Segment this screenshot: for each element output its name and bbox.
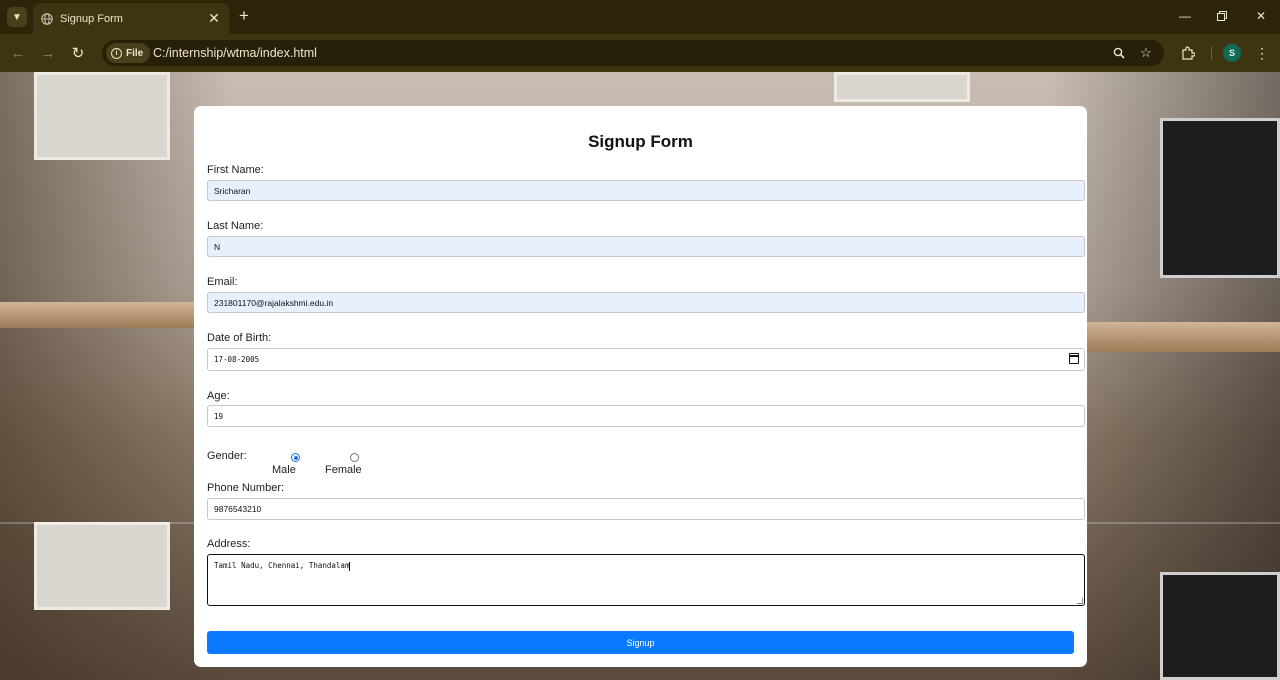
calendar-icon[interactable] — [1069, 353, 1079, 364]
address-value: Tamil Nadu, Chennai, Thandalam — [214, 561, 350, 570]
text-caret — [349, 561, 351, 571]
resize-handle[interactable] — [1077, 598, 1083, 604]
age-label: Age: — [207, 390, 230, 402]
site-chip-label: File — [126, 47, 144, 59]
kebab-menu-icon[interactable]: ⋮ — [1252, 43, 1272, 63]
restore-icon[interactable] — [1211, 6, 1233, 26]
site-info-chip[interactable]: i File — [106, 43, 151, 63]
age-input[interactable]: 19 — [207, 405, 1085, 427]
page-title: Signup Form — [588, 132, 693, 151]
address-textarea[interactable]: Tamil Nadu, Chennai, Thandalam — [207, 554, 1085, 606]
last-name-label: Last Name: — [207, 220, 264, 232]
plus-icon[interactable]: + — [235, 6, 253, 25]
browser-tab[interactable]: Signup Form ✕ — [33, 3, 229, 34]
dob-label: Date of Birth: — [207, 332, 272, 344]
background-picture-frame — [834, 72, 970, 102]
browser-toolbar: ← → ↻ i File C:/internship/wtma/index.ht… — [0, 34, 1280, 72]
reload-icon[interactable]: ↻ — [68, 43, 88, 63]
zoom-icon[interactable] — [1110, 44, 1128, 62]
background-desk — [0, 302, 200, 328]
first-name-label: First Name: — [207, 164, 264, 176]
background-desk — [1080, 322, 1280, 352]
star-icon[interactable]: ☆ — [1137, 44, 1155, 62]
gender-option-label: Male — [272, 464, 296, 476]
dob-input[interactable]: 17-08-2005 — [207, 348, 1085, 371]
globe-icon — [41, 12, 53, 25]
arrow-right-icon[interactable]: → — [38, 43, 58, 63]
email-field[interactable]: 231801170@rajalakshmi.edu.in — [207, 292, 1085, 313]
puzzle-icon[interactable] — [1178, 43, 1198, 63]
address-bar[interactable]: i File C:/internship/wtma/index.html ☆ — [102, 40, 1164, 66]
close-icon[interactable]: ✕ — [1250, 6, 1272, 26]
chevron-down-icon[interactable]: ▼ — [7, 7, 27, 27]
close-icon[interactable]: ✕ — [205, 10, 223, 28]
signup-form-card: Signup Form First Name: Sricharan Last N… — [194, 106, 1087, 667]
browser-tab-bar: ▼ Signup Form ✕ + — ✕ — [0, 0, 1280, 34]
last-name-input[interactable]: N — [207, 236, 1085, 257]
gender-option-label: Female — [325, 464, 362, 476]
info-icon: i — [111, 47, 122, 59]
background-picture-frame — [34, 522, 170, 610]
tab-title: Signup Form — [60, 12, 123, 25]
signup-button[interactable]: Signup — [207, 631, 1074, 654]
phone-label: Phone Number: — [207, 482, 285, 494]
gender-label: Gender: — [207, 450, 247, 462]
first-name-input[interactable]: Sricharan — [207, 180, 1085, 201]
url-text: C:/internship/wtma/index.html — [153, 46, 317, 60]
email-label: Email: — [207, 276, 238, 288]
avatar[interactable]: S — [1223, 44, 1241, 62]
background-monitor — [1160, 572, 1280, 680]
gender-radio-female[interactable] — [350, 453, 359, 462]
arrow-left-icon[interactable]: ← — [8, 43, 28, 63]
minimize-icon[interactable]: — — [1174, 6, 1196, 26]
background-monitor — [1160, 118, 1280, 278]
phone-input[interactable]: 9876543210 — [207, 498, 1085, 520]
dob-value: 17-08-2005 — [214, 355, 260, 364]
background-picture-frame — [34, 72, 170, 160]
address-label: Address: — [207, 538, 251, 550]
toolbar-divider — [1211, 46, 1212, 60]
gender-radio-male[interactable] — [291, 453, 300, 462]
